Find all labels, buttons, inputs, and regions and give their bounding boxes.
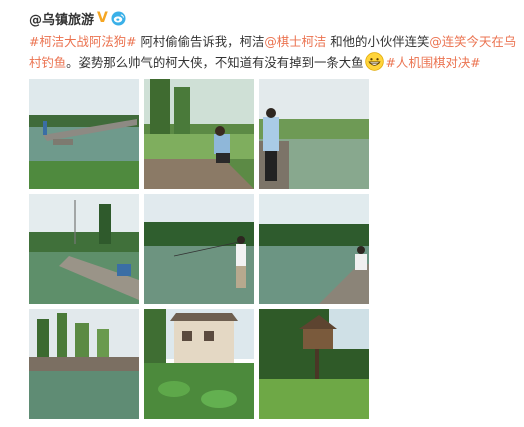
photo-5[interactable] [144,194,254,304]
topic-link[interactable]: #柯洁大战阿法狗# [29,34,137,49]
verified-icon: V [97,10,108,26]
photo-3-image [259,79,369,189]
photo-5-image [144,194,254,304]
weibo-member-icon [111,10,126,26]
post-text-segment: 和他的小伙伴连笑 [326,34,430,49]
photo-4-image [29,194,139,304]
photo-1-image [29,79,139,189]
photo-2-image [144,79,254,189]
photo-3[interactable] [259,79,369,189]
mention-link[interactable]: @棋士柯洁 [264,34,326,49]
post-text-segment: 阿村偷偷告诉我，柯洁 [136,34,265,49]
photo-6[interactable] [259,194,369,304]
photo-7[interactable] [29,309,139,419]
post-text-segment: 。姿势那么帅气的柯大侠，不知道有没有掉到一条大鱼 [66,55,364,70]
weibo-post: @乌镇旅游 V #柯洁大战阿法狗# 阿村偷偷告诉我，柯洁@棋士柯洁 和他的小伙伴… [0,0,524,427]
topic-link[interactable]: #人机围棋对决# [386,55,481,70]
photo-7-image [29,309,139,419]
photo-4[interactable] [29,194,139,304]
photo-9[interactable] [259,309,369,419]
photo-2[interactable] [144,79,254,189]
author-name[interactable]: @乌镇旅游 [29,9,94,28]
post-header: @乌镇旅游 V [29,8,126,28]
photo-8[interactable] [144,309,254,419]
photo-8-image [144,309,254,419]
photo-9-image [259,309,369,419]
photo-6-image [259,194,369,304]
post-text: #柯洁大战阿法狗# 阿村偷偷告诉我，柯洁@棋士柯洁 和他的小伙伴连笑@连笑今天在… [29,31,521,73]
photo-grid [29,79,369,419]
photo-1[interactable] [29,79,139,189]
grin-emoji-icon [364,52,384,71]
